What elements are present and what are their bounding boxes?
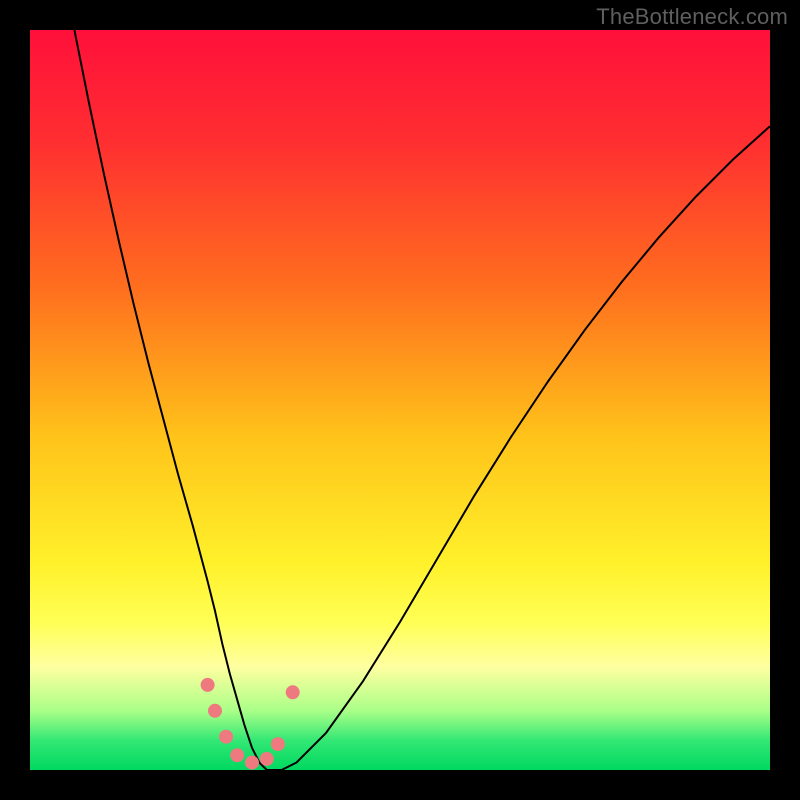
valley-dot: [201, 678, 215, 692]
watermark-text: TheBottleneck.com: [596, 4, 788, 30]
valley-dot: [286, 685, 300, 699]
valley-dot: [219, 730, 233, 744]
gradient-background: [30, 30, 770, 770]
valley-dot: [271, 737, 285, 751]
valley-dot: [208, 704, 222, 718]
valley-dot: [230, 748, 244, 762]
valley-dot: [260, 752, 274, 766]
bottleneck-plot: [30, 30, 770, 770]
valley-dot: [245, 756, 259, 770]
chart-svg: [30, 30, 770, 770]
chart-frame: TheBottleneck.com: [0, 0, 800, 800]
